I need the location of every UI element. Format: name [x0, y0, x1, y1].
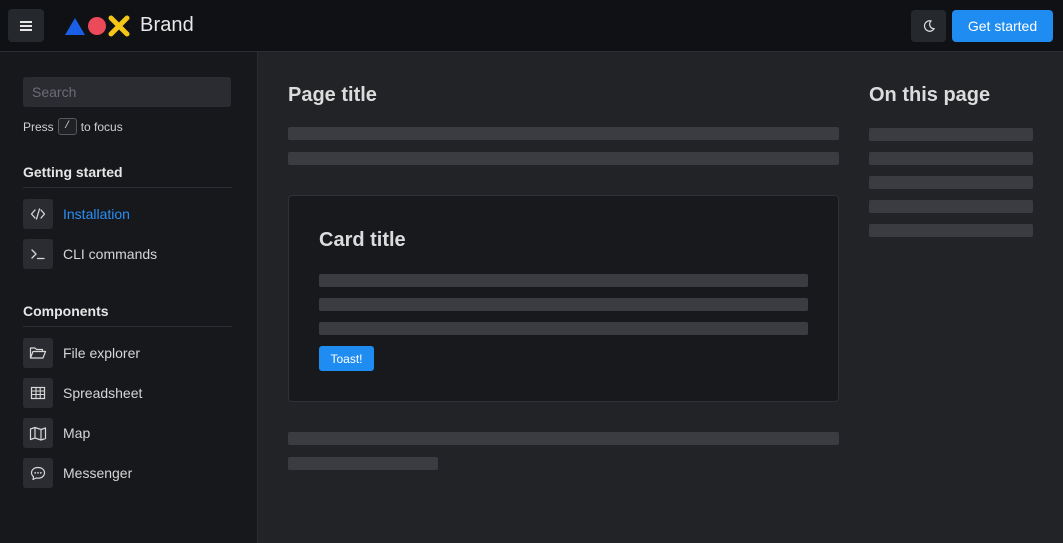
menu-button[interactable] [8, 9, 44, 42]
table-icon [23, 378, 53, 408]
sidebar: Press / to focus Getting started Install… [0, 52, 258, 543]
brand-name[interactable]: Brand [140, 14, 194, 37]
sidebar-item-label: File explorer [63, 345, 141, 361]
hint-prefix: Press [23, 119, 54, 134]
main-content: Page title Card title Toast! On this pag… [258, 52, 1063, 543]
sidebar-item-spreadsheet[interactable]: Spreadsheet [23, 378, 142, 408]
top-bar: Brand Get started [0, 0, 1063, 52]
folder-open-icon [23, 338, 53, 368]
placeholder-line [288, 127, 839, 140]
moon-icon [923, 20, 935, 32]
section-title-getting-started: Getting started [23, 164, 123, 180]
section-divider [23, 326, 232, 327]
page-title: Page title [288, 84, 377, 106]
sidebar-item-cli-commands[interactable]: CLI commands [23, 239, 157, 269]
brand-logo[interactable] [64, 15, 132, 37]
placeholder-line [288, 152, 839, 165]
theme-toggle-button[interactable] [911, 10, 946, 42]
placeholder-line [288, 432, 839, 445]
section-title-components: Components [23, 303, 109, 319]
shortcut-key: / [57, 118, 77, 135]
sidebar-item-label: Installation [63, 206, 130, 222]
card-title: Card title [319, 229, 406, 251]
menu-icon [20, 20, 32, 31]
toc-placeholder-line [869, 224, 1033, 237]
search-input[interactable] [23, 77, 231, 107]
section-divider [23, 187, 232, 188]
placeholder-line [319, 298, 808, 311]
card: Card title Toast! [288, 195, 839, 402]
sidebar-item-label: Messenger [63, 465, 133, 481]
placeholder-line [288, 457, 438, 470]
sidebar-item-label: CLI commands [63, 246, 158, 262]
placeholder-line [319, 322, 808, 335]
sidebar-item-label: Map [63, 425, 91, 441]
toc-placeholder-line [869, 176, 1033, 189]
toc-placeholder-line [869, 200, 1033, 213]
hint-suffix: to focus [80, 119, 123, 134]
map-icon [23, 418, 53, 448]
terminal-icon [23, 239, 53, 269]
toc-title: On this page [869, 84, 991, 106]
toc-placeholder-line [869, 152, 1033, 165]
sidebar-item-installation[interactable]: Installation [23, 199, 130, 229]
placeholder-line [319, 274, 808, 287]
toast-button[interactable]: Toast! [319, 346, 374, 371]
chat-icon [23, 458, 53, 488]
search-hint: Press / to focus [23, 118, 123, 135]
sidebar-item-map[interactable]: Map [23, 418, 90, 448]
code-icon [23, 199, 53, 229]
sidebar-item-messenger[interactable]: Messenger [23, 458, 132, 488]
sidebar-item-file-explorer[interactable]: File explorer [23, 338, 140, 368]
sidebar-item-label: Spreadsheet [63, 385, 143, 401]
toc-placeholder-line [869, 128, 1033, 141]
get-started-button[interactable]: Get started [952, 10, 1053, 42]
